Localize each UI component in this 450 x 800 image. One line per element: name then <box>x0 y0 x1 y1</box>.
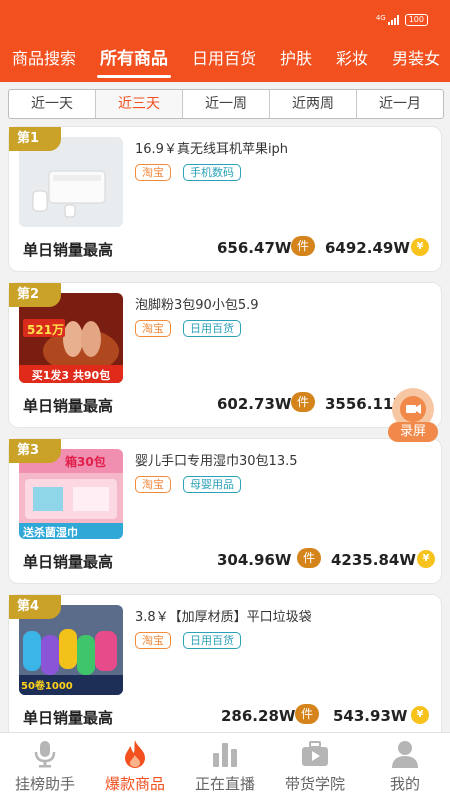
platform-tag: 淘宝 <box>135 164 171 181</box>
nav-label: 带货学院 <box>284 775 345 793</box>
category-tag: 手机数码 <box>183 164 241 181</box>
category-tag: 日用百货 <box>183 320 241 337</box>
nav-label: 我的 <box>389 775 420 793</box>
nav-ranking-assistant[interactable]: 挂榜助手 <box>0 733 90 800</box>
product-title: 婴儿手口专用湿巾30包13.5 <box>135 454 298 469</box>
metric-label: 单日销量最高 <box>23 709 114 727</box>
nav-label: 爆款商品 <box>104 775 165 793</box>
thumbnail-promo-text: 买1发3 共90包 <box>31 369 111 382</box>
camera-icon <box>400 396 426 422</box>
thumbnail-quantity-text: 50卷1000 <box>21 681 73 692</box>
coin-icon: ¥ <box>417 550 435 568</box>
nav-sales-academy[interactable]: 带货学院 <box>270 733 360 800</box>
platform-tag: 淘宝 <box>135 476 171 493</box>
product-title: 泡脚粉3包90小包5.9 <box>135 298 259 313</box>
flame-icon <box>125 740 145 768</box>
tab-product-search[interactable]: 商品搜索 <box>0 42 88 80</box>
piece-badge-icon: 件 <box>291 392 315 412</box>
piece-badge-icon: 件 <box>297 548 321 568</box>
tab-daily-goods[interactable]: 日用百货 <box>180 42 268 80</box>
product-card[interactable]: 第1 16.9￥真无线耳机苹果iph 淘宝 手机数码 单日销量最高 656.47… <box>8 126 442 272</box>
status-icons: 4G 100 <box>376 14 428 26</box>
record-label: 录屏 <box>388 422 438 442</box>
product-tags: 淘宝 日用百货 <box>135 320 241 337</box>
time-filter-2weeks[interactable]: 近两周 <box>270 90 357 118</box>
time-filter-1day[interactable]: 近一天 <box>9 90 96 118</box>
platform-tag: 淘宝 <box>135 320 171 337</box>
rank-badge: 第1 <box>9 127 61 151</box>
product-card[interactable]: 50卷1000 第4 3.8￥【加厚材质】平口垃圾袋 淘宝 日用百货 单日销量最… <box>8 594 442 740</box>
sales-value: 602.73W <box>217 395 292 413</box>
nav-hot-products[interactable]: 爆款商品 <box>90 733 180 800</box>
rank-badge: 第3 <box>9 439 61 463</box>
gmv-value: 543.93W <box>333 707 408 725</box>
piece-badge-icon: 件 <box>295 704 319 724</box>
tab-makeup[interactable]: 彩妆 <box>324 42 380 80</box>
gmv-value: 4235.84W <box>331 551 416 569</box>
category-tag: 母婴用品 <box>183 476 241 493</box>
user-icon <box>392 741 418 768</box>
product-tags: 淘宝 日用百货 <box>135 632 241 649</box>
gmv-value: 6492.49W <box>325 239 410 257</box>
rank-badge: 第4 <box>9 595 61 619</box>
product-tags: 淘宝 手机数码 <box>135 164 241 181</box>
product-title: 16.9￥真无线耳机苹果iph <box>135 142 289 157</box>
video-briefcase-icon <box>302 741 328 766</box>
time-filter-3days[interactable]: 近三天 <box>96 90 183 118</box>
thumbnail-price-text: 521万 <box>27 323 65 337</box>
tab-all-products[interactable]: 所有商品 <box>88 42 180 80</box>
bottom-navigation: 挂榜助手 爆款商品 正在直播 带货学院 我的 <box>0 732 450 800</box>
status-bar: 4G 100 <box>0 0 450 40</box>
platform-tag: 淘宝 <box>135 632 171 649</box>
nav-label: 挂榜助手 <box>14 775 75 793</box>
sales-value: 304.96W <box>217 551 292 569</box>
network-type: 4G <box>375 14 386 22</box>
screen-record-button[interactable]: 录屏 <box>388 388 438 442</box>
product-card[interactable]: 521万 买1发3 共90包 第2 泡脚粉3包90小包5.9 淘宝 日用百货 单… <box>8 282 442 428</box>
nav-profile[interactable]: 我的 <box>360 733 450 800</box>
tab-clothing[interactable]: 男装女 <box>380 42 450 80</box>
tab-skincare[interactable]: 护肤 <box>268 42 324 80</box>
nav-label: 正在直播 <box>194 775 255 793</box>
signal-icon <box>387 15 399 25</box>
category-tag: 日用百货 <box>183 632 241 649</box>
thumbnail-count-text: 箱30包 <box>65 455 106 469</box>
time-filter-1week[interactable]: 近一周 <box>183 90 270 118</box>
metric-label: 单日销量最高 <box>23 397 114 415</box>
coin-icon: ¥ <box>411 238 429 256</box>
metric-label: 单日销量最高 <box>23 553 114 571</box>
product-card[interactable]: 箱30包 送杀菌湿巾 第3 婴儿手口专用湿巾30包13.5 淘宝 母婴用品 单日… <box>8 438 442 584</box>
bar-chart-icon <box>213 743 237 767</box>
rank-badge: 第2 <box>9 283 61 307</box>
product-tags: 淘宝 母婴用品 <box>135 476 241 493</box>
category-tabs: 商品搜索 所有商品 日用百货 护肤 彩妆 男装女 <box>0 42 450 80</box>
metric-label: 单日销量最高 <box>23 241 114 259</box>
thumbnail-promo-text: 送杀菌湿巾 <box>23 526 78 539</box>
time-filter: 近一天 近三天 近一周 近两周 近一月 <box>8 89 444 119</box>
sales-value: 656.47W <box>217 239 292 257</box>
piece-badge-icon: 件 <box>291 236 315 256</box>
sales-value: 286.28W <box>221 707 296 725</box>
battery-icon: 100 <box>404 14 428 26</box>
nav-live-now[interactable]: 正在直播 <box>180 733 270 800</box>
app-header: 4G 100 商品搜索 所有商品 日用百货 护肤 彩妆 男装女 <box>0 0 450 82</box>
product-title: 3.8￥【加厚材质】平口垃圾袋 <box>135 610 312 625</box>
coin-icon: ¥ <box>411 706 429 724</box>
time-filter-1month[interactable]: 近一月 <box>357 90 443 118</box>
microphone-icon <box>34 741 56 768</box>
